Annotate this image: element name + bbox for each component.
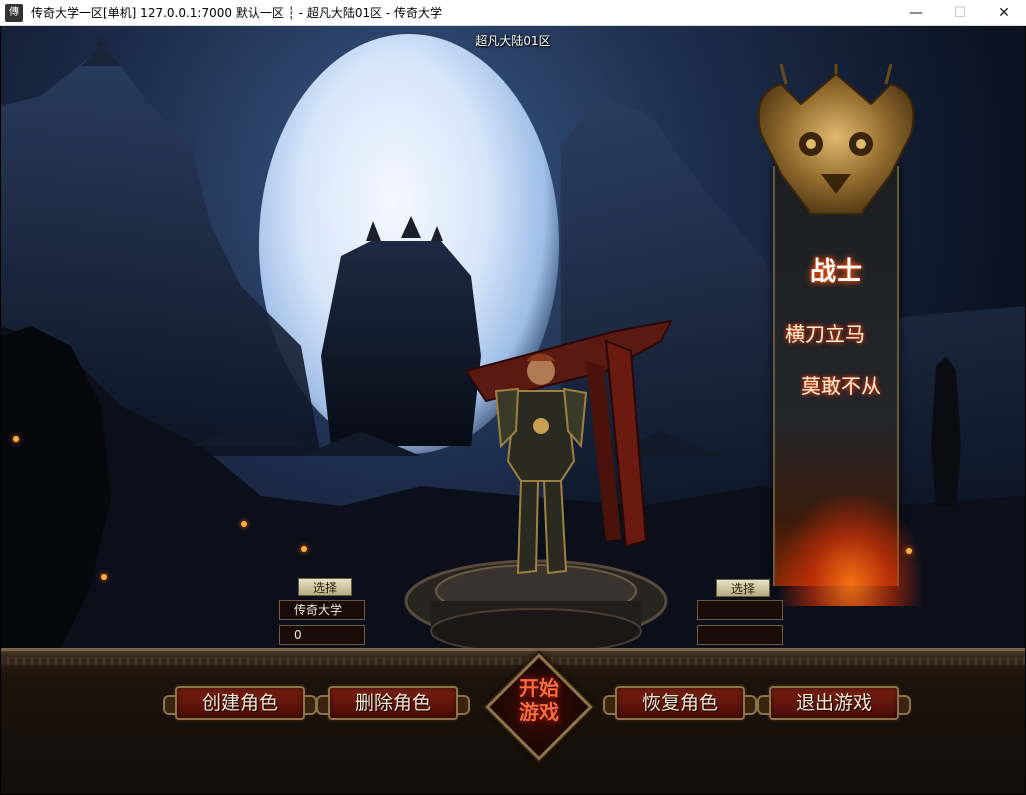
ember-particle [241,521,247,527]
close-button[interactable]: ✕ [982,0,1026,26]
banner-fire-glow [781,496,921,606]
restore-character-button[interactable]: 恢复角色 [603,686,757,720]
start-game-label-line2: 游戏 [519,700,559,724]
app-game-icon[interactable]: 傳 [5,3,23,22]
right-slot-character-name[interactable] [697,600,783,620]
left-slot-select-button[interactable]: 选择 [298,578,352,596]
ember-particle [906,548,912,554]
game-viewport: 超凡大陆01区 战士 横刀立马 莫敢不从 选择 传奇大学 0 选择 创建角色 删… [1,26,1025,794]
warrior-character[interactable] [456,311,676,596]
start-game-label[interactable]: 开始 游戏 [501,676,577,738]
minimize-button[interactable]: — [894,0,938,26]
left-slot-character-name[interactable]: 传奇大学 [279,600,365,620]
start-game-label-line1: 开始 [519,676,559,700]
class-motto-line1: 横刀立马 [785,322,865,346]
server-name-label: 超凡大陆01区 [475,34,551,48]
right-slot-select-button[interactable]: 选择 [716,579,770,597]
exit-game-button[interactable]: 退出游戏 [757,686,911,720]
window-title: 传奇大学一区[单机] 127.0.0.1:7000 默认一区 ┆ - 超凡大陆0… [31,6,443,20]
right-slot-character-level[interactable] [697,625,783,645]
ember-particle [13,436,19,442]
left-slot-character-level[interactable]: 0 [279,625,365,645]
class-name-title: 战士 [809,257,862,287]
window-titlebar: 傳 传奇大学一区[单机] 127.0.0.1:7000 默认一区 ┆ - 超凡大… [0,0,1026,26]
window-controls: — ☐ ✕ [894,0,1026,26]
create-character-button[interactable]: 创建角色 [163,686,317,720]
ember-particle [101,574,107,580]
class-motto-line2: 莫敢不从 [801,374,881,398]
bronze-mask-icon [757,64,915,215]
ember-particle [301,546,307,552]
maximize-button[interactable]: ☐ [938,0,982,26]
delete-character-button[interactable]: 删除角色 [316,686,470,720]
